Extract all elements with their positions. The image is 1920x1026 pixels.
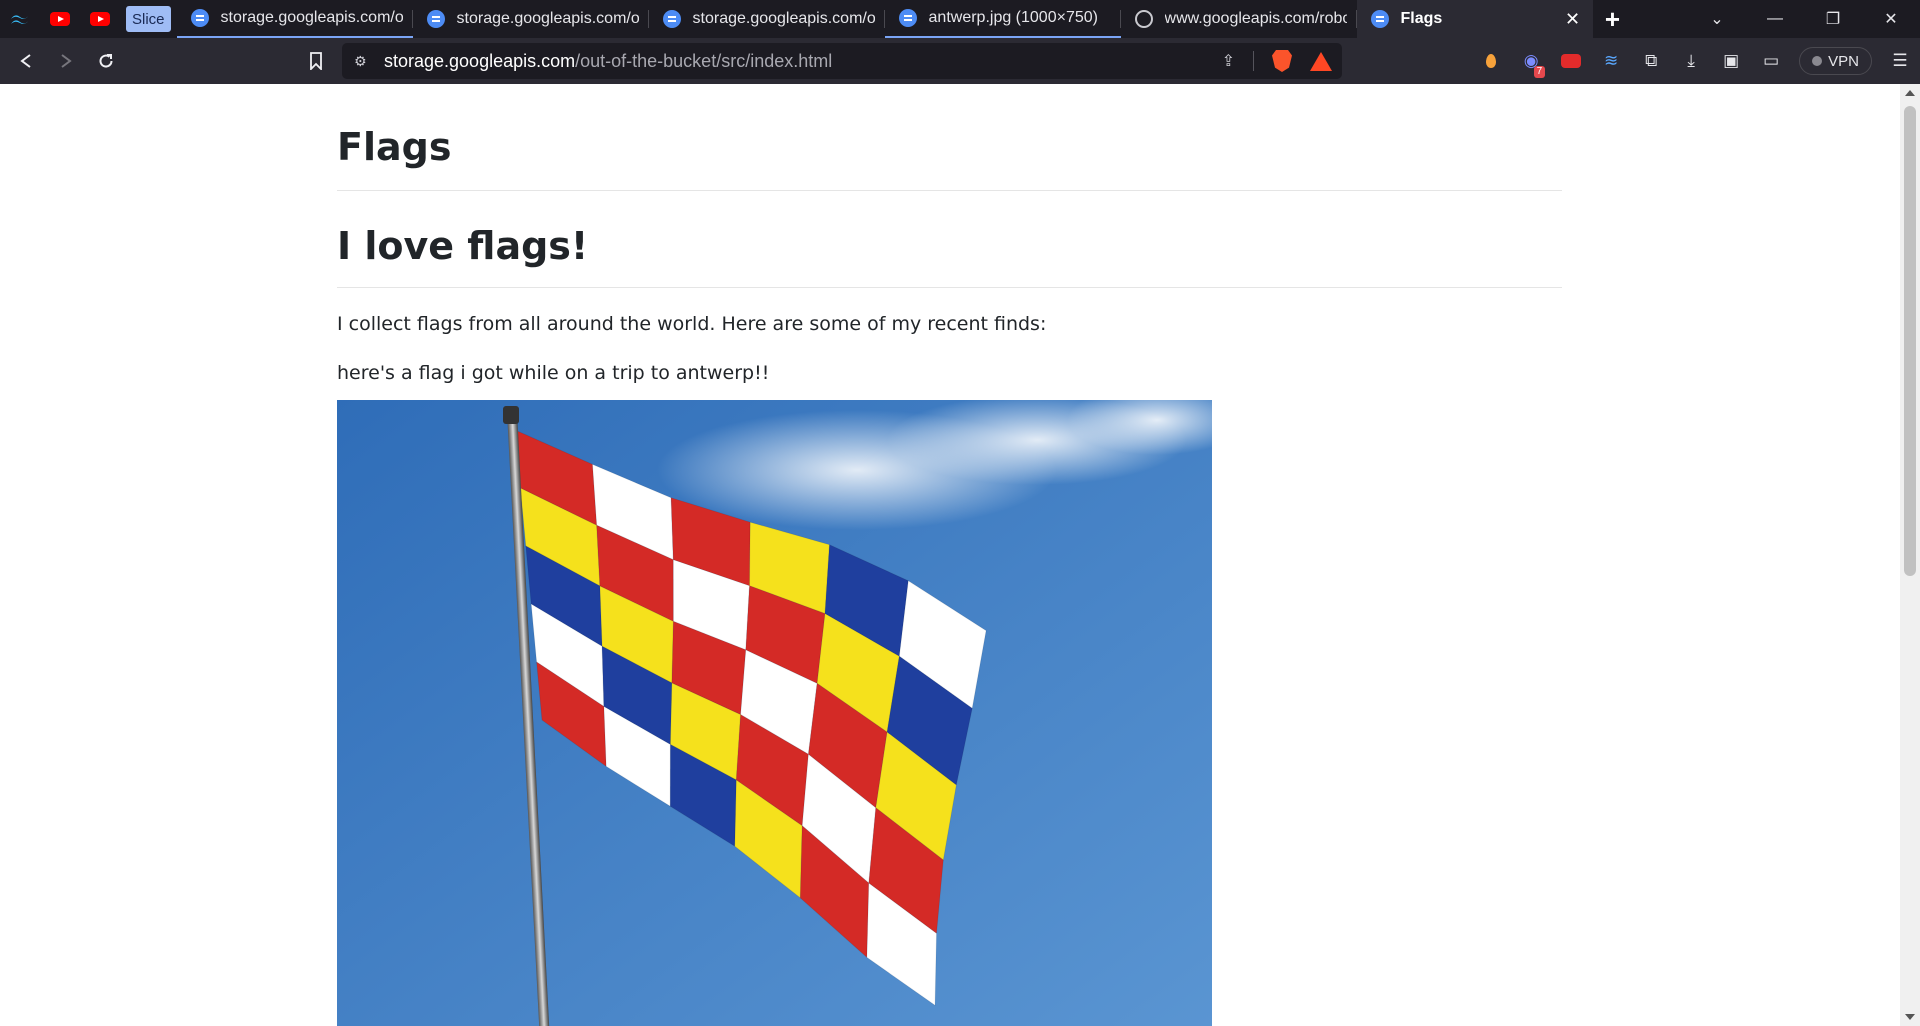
menu-button[interactable]: ☰ bbox=[1880, 38, 1920, 84]
address-bar-actions: ⇪ bbox=[1222, 43, 1332, 79]
tab-storage-2[interactable]: storage.googleapis.com/out-of-the-bucket… bbox=[413, 0, 649, 38]
reload-button[interactable] bbox=[86, 41, 126, 81]
storage-favicon-icon bbox=[426, 10, 445, 28]
page-content: Flags I love flags! I collect flags from… bbox=[337, 84, 1562, 385]
wallet-icon: ▭ bbox=[1763, 51, 1780, 70]
divider bbox=[1253, 51, 1254, 71]
forward-arrow-icon bbox=[61, 54, 72, 68]
egg-extension-icon bbox=[1486, 54, 1497, 68]
back-button[interactable] bbox=[6, 41, 46, 81]
tab-antwerp-image[interactable]: antwerp.jpg (1000×750) bbox=[884, 0, 1121, 38]
scroll-up-arrow-icon[interactable] bbox=[1905, 90, 1915, 96]
address-bar[interactable]: ⚙ storage.googleapis.com/out-of-the-buck… bbox=[342, 43, 1342, 79]
brave-shields-icon[interactable] bbox=[1272, 50, 1292, 72]
tab-flags-active[interactable]: Flags ✕ bbox=[1356, 0, 1593, 38]
page-heading: I love flags! bbox=[337, 227, 1562, 288]
page-scrollbar[interactable] bbox=[1900, 84, 1920, 1026]
close-window-button[interactable]: ✕ bbox=[1862, 0, 1920, 38]
tab-title: storage.googleapis.com/out-of-the-bucket… bbox=[692, 10, 875, 27]
reload-icon bbox=[99, 54, 113, 68]
storage-favicon-icon bbox=[190, 9, 209, 27]
extension-badge-button[interactable]: ◉ 7 bbox=[1511, 38, 1551, 84]
youtube-icon bbox=[90, 12, 110, 26]
url-host: storage.googleapis.com bbox=[384, 50, 576, 71]
forward-button[interactable] bbox=[46, 41, 86, 81]
layers-icon: ≋ bbox=[1604, 51, 1619, 70]
tab-title: storage.googleapis.com/out-of-the-bucket… bbox=[456, 10, 639, 27]
intro-paragraph: I collect flags from all around the worl… bbox=[337, 313, 1047, 335]
extensions-area: ◉ 7 ≋ ⧉ ⤓ ▣ ▭ VPN ☰ bbox=[1471, 38, 1920, 84]
extension-badge-count: 7 bbox=[1533, 66, 1546, 78]
image-favicon-icon bbox=[898, 9, 917, 27]
globe-icon bbox=[1134, 10, 1153, 28]
layers-extension-button[interactable]: ≋ bbox=[1591, 38, 1631, 84]
pinned-tab-youtube[interactable] bbox=[40, 0, 80, 38]
site-title: Flags bbox=[337, 128, 1562, 191]
pinned-tab-youtube-2[interactable] bbox=[80, 0, 120, 38]
tailwind-icon bbox=[11, 15, 29, 24]
storage-favicon-icon bbox=[662, 10, 681, 28]
new-tab-button[interactable]: + bbox=[1593, 0, 1633, 38]
puzzle-icon: ⧉ bbox=[1645, 51, 1658, 70]
back-arrow-icon bbox=[20, 54, 31, 68]
youtube-downloader-icon bbox=[1561, 54, 1582, 68]
tab-list-chevron-icon[interactable]: ⌄ bbox=[1688, 0, 1746, 38]
browser-toolbar: ⚙ storage.googleapis.com/out-of-the-buck… bbox=[0, 38, 1920, 84]
close-tab-icon[interactable]: ✕ bbox=[1563, 9, 1583, 30]
brave-rewards-icon[interactable] bbox=[1310, 51, 1332, 71]
pinned-tabs: Slice bbox=[0, 0, 177, 38]
restore-button[interactable]: ❐ bbox=[1804, 0, 1862, 38]
download-icon: ⤓ bbox=[1687, 51, 1695, 70]
share-icon[interactable]: ⇪ bbox=[1222, 51, 1235, 71]
youtube-downloader-button[interactable] bbox=[1551, 38, 1591, 84]
site-info-icon[interactable]: ⚙ bbox=[354, 53, 372, 70]
vpn-button[interactable]: VPN bbox=[1799, 47, 1872, 75]
wallet-button[interactable]: ▭ bbox=[1751, 38, 1791, 84]
antwerp-flag-photo bbox=[337, 400, 1212, 1026]
bookmark-button[interactable] bbox=[296, 41, 336, 81]
scroll-down-arrow-icon[interactable] bbox=[1905, 1014, 1915, 1020]
pinned-tab-tailwind[interactable] bbox=[0, 0, 40, 38]
storage-favicon-icon bbox=[1370, 10, 1389, 28]
tab-metadata[interactable]: www.googleapis.com/robot/v1/metadata bbox=[1121, 0, 1357, 38]
tab-title: Flags bbox=[1400, 10, 1443, 27]
vpn-label: VPN bbox=[1828, 52, 1859, 70]
vpn-status-icon bbox=[1812, 56, 1823, 66]
url-path: /out-of-the-bucket/src/index.html bbox=[575, 50, 833, 71]
scrollbar-thumb[interactable] bbox=[1904, 106, 1916, 576]
tab-storage-3[interactable]: storage.googleapis.com/out-of-the-bucket… bbox=[649, 0, 885, 38]
hamburger-menu-icon: ☰ bbox=[1892, 51, 1908, 70]
page-viewport: Flags I love flags! I collect flags from… bbox=[0, 84, 1900, 1026]
tab-storage-1[interactable]: storage.googleapis.com/out-of-the-bucket… bbox=[176, 0, 413, 38]
tab-title: antwerp.jpg (1000×750) bbox=[928, 9, 1098, 26]
bookmark-icon bbox=[310, 52, 322, 70]
tab-title: storage.googleapis.com/out-of-the-bucket… bbox=[220, 9, 403, 26]
extensions-button[interactable]: ⧉ bbox=[1631, 38, 1671, 84]
window-controls: ⌄ ― ❐ ✕ bbox=[1688, 0, 1920, 38]
youtube-icon bbox=[50, 12, 70, 26]
caption-paragraph: here's a flag i got while on a trip to a… bbox=[337, 361, 770, 384]
slice-tab-chip[interactable]: Slice bbox=[126, 6, 171, 32]
extension-egg-button[interactable] bbox=[1471, 38, 1511, 84]
downloads-button[interactable]: ⤓ bbox=[1671, 38, 1711, 84]
pole-cap bbox=[503, 406, 519, 424]
sidebar-icon: ▣ bbox=[1723, 51, 1740, 70]
tab-title: www.googleapis.com/robot/v1/metadata bbox=[1164, 10, 1347, 27]
sidebar-button[interactable]: ▣ bbox=[1711, 38, 1751, 84]
tab-strip: Slice storage.googleapis.com/out-of-the-… bbox=[0, 0, 1920, 38]
minimize-button[interactable]: ― bbox=[1746, 0, 1804, 38]
